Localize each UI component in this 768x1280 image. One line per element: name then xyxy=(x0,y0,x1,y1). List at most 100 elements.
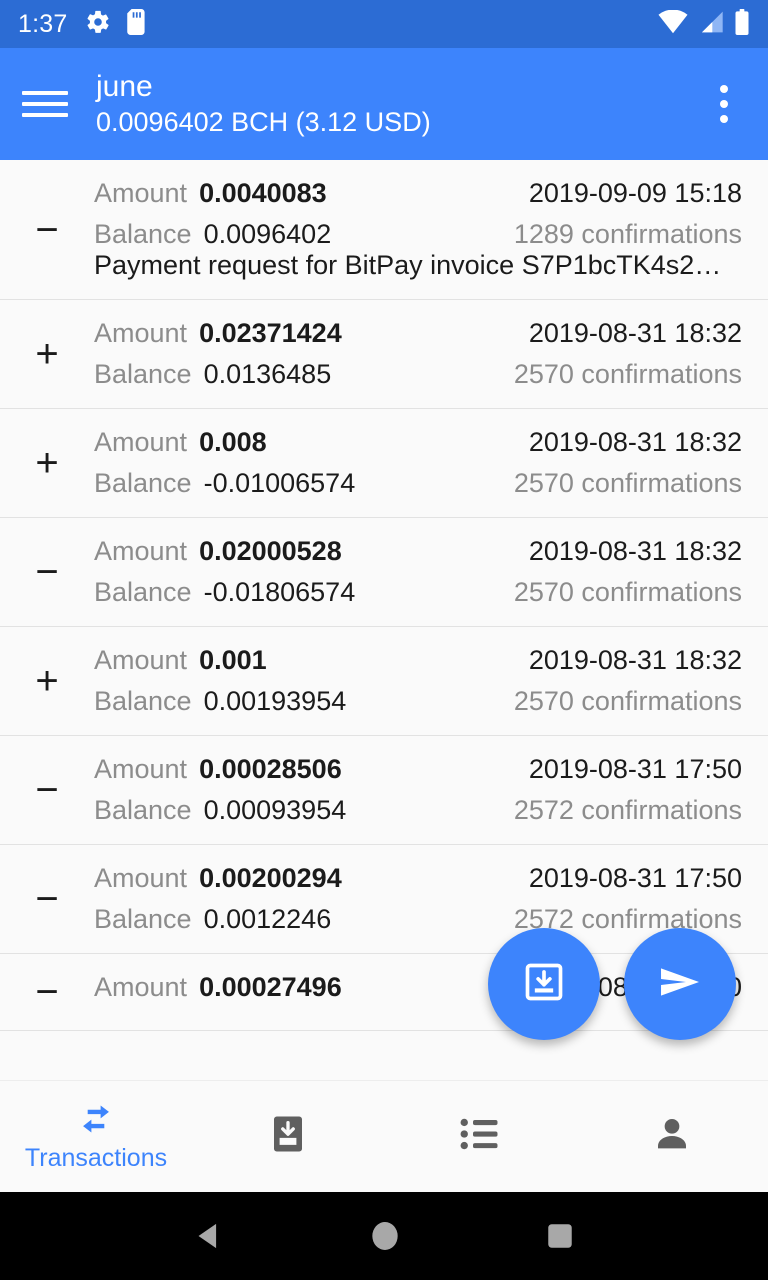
back-triangle-icon[interactable] xyxy=(192,1219,226,1253)
table-row[interactable]: + Amount 0.008 2019-08-31 18:32 Balance … xyxy=(0,409,768,518)
balance-value: 0.0012246 xyxy=(203,904,332,934)
transaction-sign: − xyxy=(35,550,59,594)
transaction-conf-cell: 2570 confirmations xyxy=(500,468,742,499)
table-row[interactable]: + Amount 0.001 2019-08-31 18:32 Balance … xyxy=(0,627,768,736)
transaction-sign: + xyxy=(35,659,59,703)
app-bar-titles: june 0.0096402 BCH (3.12 USD) xyxy=(96,70,431,138)
balance-label: Balance xyxy=(94,686,192,716)
transaction-date: 2019-08-31 17:50 xyxy=(528,754,742,784)
transactions-exchange-arrows-icon xyxy=(76,1103,116,1140)
amount-label: Amount xyxy=(94,972,188,1002)
person-contacts-icon xyxy=(652,1114,692,1159)
table-row[interactable]: + Amount 0.02371424 2019-08-31 18:32 Bal… xyxy=(0,300,768,409)
transaction-sign: + xyxy=(35,332,59,376)
amount-value: 0.008 xyxy=(199,427,267,457)
transaction-date: 2019-08-31 17:50 xyxy=(528,863,742,893)
table-row[interactable]: − Amount 0.02000528 2019-08-31 18:32 Bal… xyxy=(0,518,768,627)
nav-item-list[interactable] xyxy=(384,1081,576,1192)
balance-label: Balance xyxy=(94,219,192,249)
transaction-body: Amount 0.00028506 2019-08-31 17:50 Balan… xyxy=(94,754,742,826)
transaction-sign: − xyxy=(35,970,59,1014)
transaction-date: 2019-09-09 15:18 xyxy=(528,178,742,208)
transaction-body: Amount 0.00200294 2019-08-31 17:50 Balan… xyxy=(94,863,742,935)
table-row[interactable]: − Amount 0.00028506 2019-08-31 17:50 Bal… xyxy=(0,736,768,845)
transaction-conf-cell: 2570 confirmations xyxy=(500,359,742,390)
android-navigation-bar xyxy=(0,1192,768,1280)
balance-value: 0.00193954 xyxy=(203,686,347,716)
wallet-balance: 0.0096402 BCH (3.12 USD) xyxy=(96,106,431,137)
app-root: 1:37 june 0.0096402 BCH (3.12 USD) − Amo… xyxy=(0,0,768,1280)
transaction-confirmations: 2570 confirmations xyxy=(513,577,742,607)
bulleted-list-icon xyxy=(459,1116,501,1157)
battery-icon xyxy=(734,8,750,40)
transaction-sign: − xyxy=(35,207,59,252)
table-row[interactable]: − Amount 0.0040083 2019-09-09 15:18 Bala… xyxy=(0,160,768,300)
amount-value: 0.02371424 xyxy=(199,318,342,348)
amount-label: Amount xyxy=(94,318,188,348)
transaction-date-cell: 2019-08-31 18:32 xyxy=(515,427,742,458)
balance-label: Balance xyxy=(94,359,192,389)
hamburger-menu-icon[interactable] xyxy=(22,91,68,117)
home-circle-icon[interactable] xyxy=(369,1218,401,1254)
amount-value: 0.001 xyxy=(199,645,267,675)
amount-label: Amount xyxy=(94,645,188,675)
transaction-date-cell: 2019-09-09 15:18 xyxy=(515,178,742,209)
balance-value: 0.0136485 xyxy=(203,359,332,389)
recents-square-icon[interactable] xyxy=(544,1220,576,1252)
transaction-confirmations: 2570 confirmations xyxy=(513,468,742,498)
bottom-navigation: Transactions xyxy=(0,1080,768,1192)
receive-fab-button[interactable] xyxy=(488,928,600,1040)
amount-value: 0.00200294 xyxy=(199,863,342,893)
receive-inbox-download-icon xyxy=(267,1113,309,1160)
transaction-confirmations: 2570 confirmations xyxy=(513,359,742,389)
nav-item-transactions-label: Transactions xyxy=(24,1143,168,1172)
transaction-body: Amount 0.0040083 2019-09-09 15:18 Balanc… xyxy=(94,178,742,281)
transaction-conf-cell: 2570 confirmations xyxy=(500,577,742,608)
transaction-memo: Payment request for BitPay invoice S7P1b… xyxy=(94,250,722,280)
wallet-name: june xyxy=(96,70,153,103)
overflow-menu-icon[interactable] xyxy=(702,72,746,136)
amount-value: 0.02000528 xyxy=(199,536,342,566)
balance-value: -0.01806574 xyxy=(203,577,356,607)
balance-label: Balance xyxy=(94,577,192,607)
status-right-icons xyxy=(658,8,750,40)
transaction-date: 2019-08-31 18:32 xyxy=(528,645,742,675)
transaction-confirmations: 1289 confirmations xyxy=(513,219,742,249)
gear-icon xyxy=(85,9,111,40)
transaction-body: Amount 0.02000528 2019-08-31 18:32 Balan… xyxy=(94,536,742,608)
amount-label: Amount xyxy=(94,536,188,566)
transaction-body: Amount 0.02371424 2019-08-31 18:32 Balan… xyxy=(94,318,742,390)
transaction-body: Amount 0.008 2019-08-31 18:32 Balance -0… xyxy=(94,427,742,499)
transaction-date-cell: 2019-08-31 17:50 xyxy=(515,863,742,894)
status-left-icons xyxy=(85,8,149,40)
receive-inbox-download-icon xyxy=(522,960,566,1009)
transaction-body: Amount 0.001 2019-08-31 18:32 Balance 0.… xyxy=(94,645,742,717)
cell-signal-icon xyxy=(698,10,724,39)
status-bar: 1:37 xyxy=(0,0,768,48)
amount-value: 0.00027496 xyxy=(199,972,342,1002)
transaction-confirmations: 2570 confirmations xyxy=(513,686,742,716)
transaction-confirmations: 2572 confirmations xyxy=(513,795,742,825)
transaction-sign: + xyxy=(35,441,59,485)
transaction-date-cell: 2019-08-31 17:50 xyxy=(515,754,742,785)
balance-value: 0.0096402 xyxy=(203,219,332,249)
balance-label: Balance xyxy=(94,795,192,825)
transaction-date: 2019-08-31 18:32 xyxy=(528,318,742,348)
amount-label: Amount xyxy=(94,178,188,208)
balance-value: 0.00093954 xyxy=(203,795,347,825)
balance-value: -0.01006574 xyxy=(203,468,356,498)
transaction-sign: − xyxy=(35,877,59,921)
transaction-date: 2019-08-31 18:32 xyxy=(528,427,742,457)
app-bar: june 0.0096402 BCH (3.12 USD) xyxy=(0,48,768,160)
nav-item-receive[interactable] xyxy=(192,1081,384,1192)
amount-label: Amount xyxy=(94,754,188,784)
balance-label: Balance xyxy=(94,904,192,934)
sd-card-icon xyxy=(125,8,149,40)
transaction-date: 2019-08-31 18:32 xyxy=(528,536,742,566)
nav-item-contacts[interactable] xyxy=(576,1081,768,1192)
send-fab-button[interactable] xyxy=(624,928,736,1040)
transaction-conf-cell: 2570 confirmations xyxy=(500,686,742,717)
nav-item-transactions[interactable]: Transactions xyxy=(0,1081,192,1192)
transaction-date-cell: 2019-08-31 18:32 xyxy=(515,645,742,676)
wifi-icon xyxy=(658,9,688,39)
